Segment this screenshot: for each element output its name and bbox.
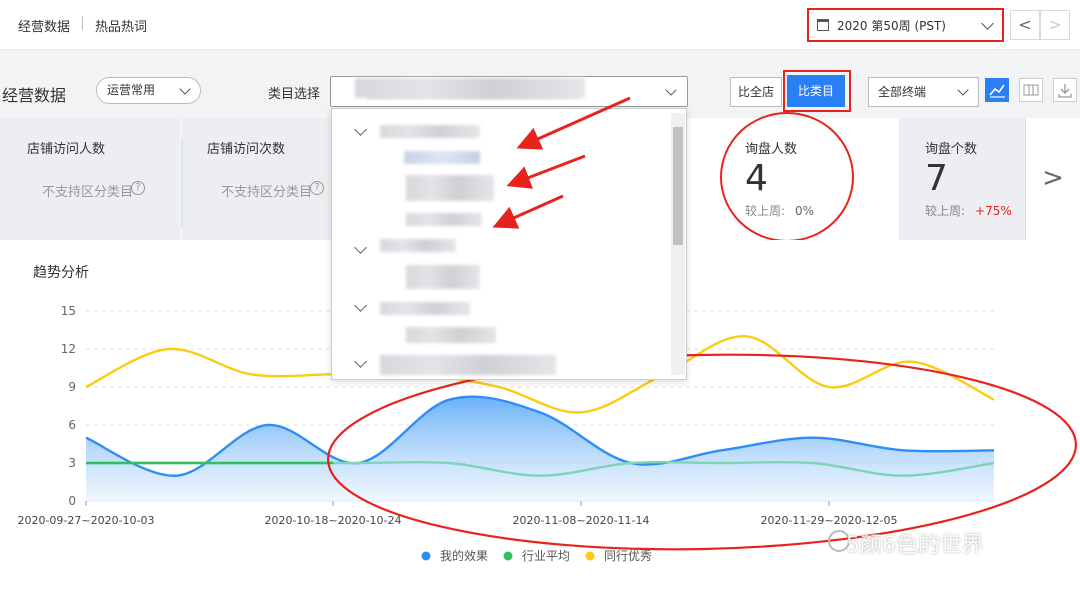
y-tick-label: 6 — [68, 418, 76, 432]
legend-marker — [585, 551, 595, 561]
metric-card-visitors[interactable]: 店铺访问人数 不支持区分类目 ? — [0, 118, 180, 240]
legend-marker — [421, 551, 431, 561]
legend-label: 同行优秀 — [604, 549, 652, 563]
blurred-item[interactable] — [406, 213, 482, 226]
blurred-item[interactable] — [406, 265, 480, 289]
compare-value: +75% — [975, 204, 1012, 218]
next-week-button[interactable]: > — [1040, 10, 1070, 40]
chevron-down-icon — [179, 83, 191, 95]
nav-hot-words[interactable]: 热品热词 — [95, 16, 147, 35]
line-chart-view-button[interactable] — [985, 78, 1009, 102]
top-bar: 经营数据 热品热词 2020 第50周 (PST) < > — [0, 0, 1080, 50]
week-picker-value: 2020 第50周 (PST) — [837, 18, 946, 33]
compare-store-button[interactable]: 比全店 — [730, 77, 782, 107]
category-dropdown[interactable] — [331, 108, 687, 380]
chevron-down-icon — [981, 17, 994, 30]
cards-next-button[interactable]: > — [1025, 118, 1080, 240]
calendar-icon — [817, 19, 829, 31]
prev-week-button[interactable]: < — [1010, 10, 1040, 40]
download-button[interactable] — [1053, 78, 1077, 102]
help-icon[interactable]: ? — [310, 181, 324, 195]
metric-label: 店铺访问人数 — [27, 142, 106, 157]
x-tick-label: 2020-10-18~2020-10-24 — [264, 514, 401, 527]
compare-label: 较上周: — [925, 204, 966, 218]
download-icon — [1058, 84, 1072, 98]
expand-chevron-icon[interactable] — [354, 241, 367, 254]
legend-label: 行业平均 — [522, 549, 570, 563]
blurred-item[interactable] — [406, 175, 494, 201]
line-chart-icon — [989, 84, 1005, 98]
blurred-item[interactable] — [380, 302, 470, 315]
metric-card-inquiry-count[interactable]: 询盘个数 7 较上周: +75% — [899, 118, 1025, 240]
blurred-overlay — [355, 78, 585, 98]
metric-label: 询盘个数 — [925, 142, 978, 157]
nav-business-data[interactable]: 经营数据 — [18, 16, 70, 35]
table-view-button[interactable] — [1019, 78, 1043, 102]
columns-icon — [1023, 84, 1039, 96]
legend-label: 我的效果 — [440, 548, 488, 563]
dropdown-scrollbar[interactable] — [671, 113, 685, 375]
blurred-item[interactable] — [380, 355, 556, 375]
blurred-item[interactable] — [380, 239, 456, 252]
breadcrumb-divider — [82, 16, 83, 30]
metric-not-supported: 不支持区分类目 — [42, 185, 134, 200]
metric-value: 7 — [925, 158, 948, 199]
legend-marker — [503, 551, 513, 561]
expand-chevron-icon[interactable] — [354, 123, 367, 136]
metric-not-supported: 不支持区分类目 — [221, 185, 313, 200]
x-tick-label: 2020-11-08~2020-11-14 — [512, 514, 649, 527]
compare-category-button[interactable]: 比类目 — [787, 75, 845, 107]
y-tick-label: 0 — [68, 494, 76, 508]
expand-chevron-icon[interactable] — [354, 355, 367, 368]
terminal-select-value: 全部终端 — [878, 85, 927, 99]
watermark: 5颜6色的世界 — [846, 533, 984, 558]
scrollbar-thumb[interactable] — [673, 127, 683, 245]
view-select[interactable]: 运营常用 — [96, 77, 201, 104]
metric-compare: 较上周: +75% — [925, 202, 1012, 219]
blurred-item[interactable] — [406, 327, 496, 343]
x-tick-label: 2020-09-27~2020-10-03 — [17, 514, 154, 527]
terminal-select[interactable]: 全部终端 — [868, 77, 979, 107]
y-tick-label: 15 — [61, 304, 76, 318]
y-tick-label: 3 — [68, 456, 76, 470]
expand-chevron-icon[interactable] — [354, 299, 367, 312]
help-icon[interactable]: ? — [131, 181, 145, 195]
section-title: 经营数据 — [2, 86, 67, 105]
chevron-down-icon — [957, 84, 969, 96]
y-tick-label: 9 — [68, 380, 76, 394]
chevron-down-icon — [665, 84, 677, 96]
view-select-value: 运营常用 — [107, 83, 156, 97]
annotation-circle — [720, 112, 854, 242]
y-tick-label: 12 — [61, 342, 76, 356]
metric-label: 店铺访问次数 — [207, 142, 286, 157]
blurred-item[interactable] — [380, 125, 480, 138]
blurred-item[interactable] — [404, 151, 480, 164]
x-tick-label: 2020-11-29~2020-12-05 — [760, 514, 897, 527]
metric-card-visits[interactable]: 店铺访问次数 不支持区分类目 ? — [183, 118, 333, 240]
week-picker[interactable]: 2020 第50周 (PST) — [807, 8, 1004, 42]
category-label: 类目选择 — [268, 87, 321, 102]
